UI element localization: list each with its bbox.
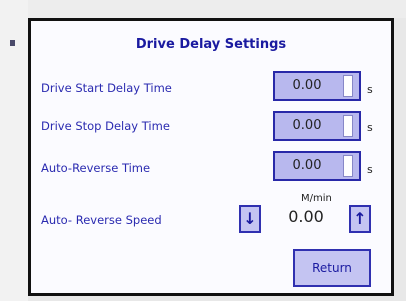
page-title: Drive Delay Settings [135,37,287,52]
return-button[interactable]: Return [293,249,371,287]
field-thumb [343,115,353,137]
down-arrow-icon: ↓ [243,209,257,228]
drive-start-delay-unit: s [367,83,373,96]
up-arrow-icon: ↑ [353,209,367,228]
drive-stop-delay-value: 0.00 [292,118,322,133]
field-thumb [343,155,353,177]
hmi-screen: Drive Delay Settings Drive Start Delay T… [28,18,394,296]
drive-stop-delay-label: Drive Stop Delay Time [41,119,170,133]
auto-reverse-time-value: 0.00 [292,158,322,173]
drive-start-delay-value: 0.00 [292,78,322,93]
drive-start-delay-field[interactable]: 0.00 [273,71,361,101]
auto-reverse-speed-label: Auto- Reverse Speed [41,213,162,227]
speed-unit: M/min [301,193,332,204]
device-bezel-left [0,0,28,301]
drive-start-delay-label: Drive Start Delay Time [41,81,172,95]
drive-stop-delay-unit: s [367,121,373,134]
auto-reverse-time-unit: s [367,163,373,176]
field-thumb [343,75,353,97]
speed-up-button[interactable]: ↑ [349,205,371,233]
speed-down-button[interactable]: ↓ [239,205,261,233]
bezel-marker [10,40,15,46]
auto-reverse-time-label: Auto-Reverse Time [41,161,151,175]
auto-reverse-speed-value: 0.00 [288,207,324,226]
device-bezel-top [0,0,406,18]
auto-reverse-time-field[interactable]: 0.00 [273,151,361,181]
drive-stop-delay-field[interactable]: 0.00 [273,111,361,141]
